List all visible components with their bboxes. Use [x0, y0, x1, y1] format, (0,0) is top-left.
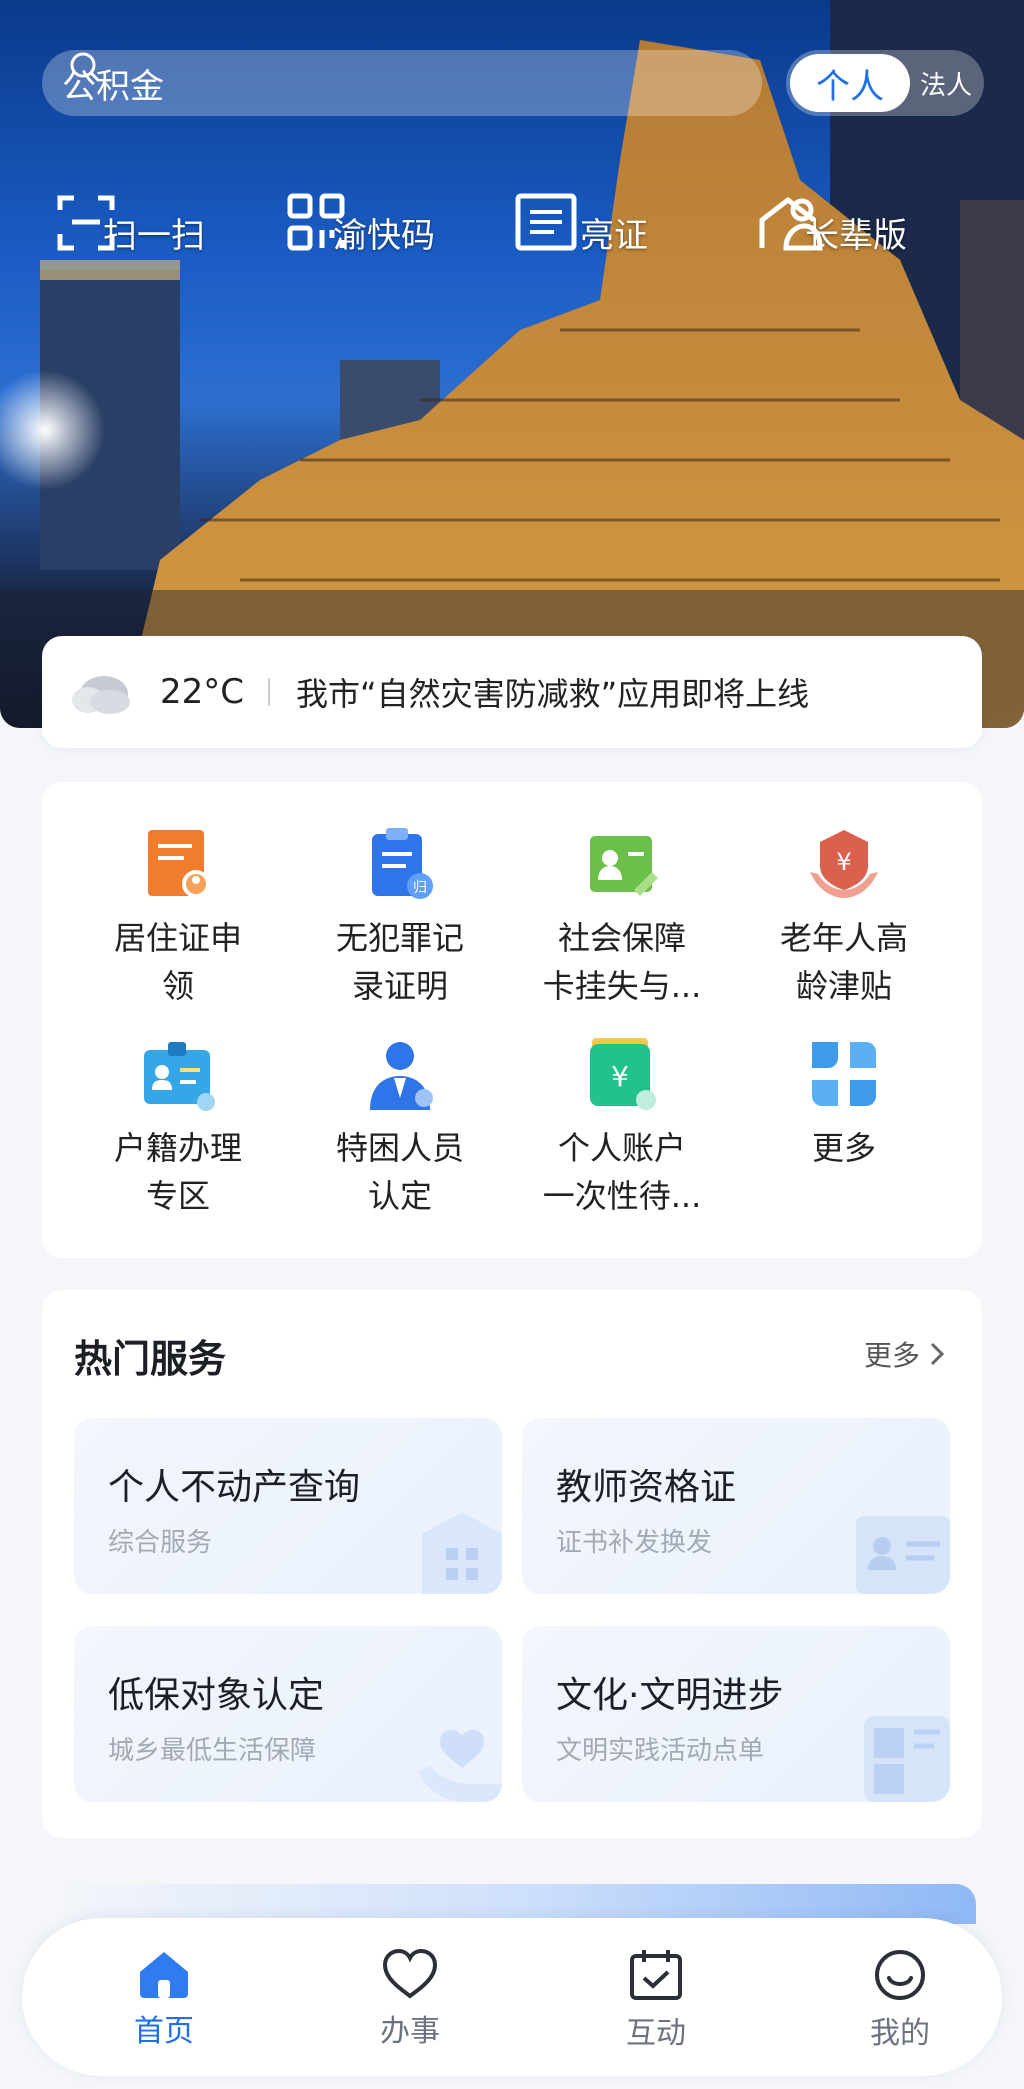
service-social-security-card-label: 社会保障 卡挂失与... — [542, 919, 702, 1005]
id-card-icon — [515, 193, 577, 251]
smile-icon — [875, 1950, 925, 2000]
culture-icon — [864, 1716, 950, 1802]
hot-more-label: 更多 — [863, 1339, 920, 1372]
home-icon — [140, 1952, 188, 1998]
calendar-check-icon — [630, 1950, 682, 2000]
hot-item-property-query[interactable]: 个人不动产查询 综合服务 — [74, 1418, 502, 1594]
no-crime-record-icon: 归 — [372, 828, 433, 899]
service-personal-account[interactable]: ¥ 个人账户 一次性待... — [512, 1034, 732, 1220]
hot-item-title: 文化·文明进步 — [556, 1675, 784, 1716]
service-household-registration-label: 户籍办理 专区 — [113, 1129, 242, 1215]
cloud-icon — [72, 676, 130, 714]
notice-message[interactable]: 我市“自然灾害防减救”应用即将上线 — [296, 669, 809, 715]
service-residence-permit[interactable]: 居住证申领 — [68, 824, 288, 1010]
search-bar[interactable]: 公积金 — [42, 50, 762, 116]
service-elderly-allowance[interactable]: ¥ 老年人高 龄津贴 — [734, 824, 954, 1010]
hot-item-title: 个人不动产查询 — [108, 1467, 361, 1508]
hot-item-culture[interactable]: 文化·文明进步 文明实践活动点单 — [522, 1626, 950, 1802]
tab-mine-label: 我的 — [870, 2016, 930, 2051]
household-registration-icon — [144, 1042, 215, 1111]
residence-permit-icon — [148, 830, 210, 898]
svg-text:¥: ¥ — [611, 1060, 629, 1093]
hot-item-title: 低保对象认定 — [108, 1675, 325, 1716]
temperature: 22°C — [160, 672, 245, 712]
identity-toggle[interactable]: 个人 法人 — [786, 50, 984, 116]
hot-services-section: 热门服务 更多 个人不动产查询 综合服务 教师资格证 证书补发换发 低保对象认定… — [42, 1290, 982, 1838]
service-more[interactable]: 更多 — [734, 1034, 954, 1172]
svg-text:¥: ¥ — [836, 848, 851, 876]
hot-item-subtitle: 城乡最低生活保障 — [108, 1736, 317, 1766]
hot-item-subtitle: 证书补发换发 — [556, 1528, 713, 1558]
qr-code-icon — [287, 193, 345, 251]
section-title: 热门服务 — [74, 1337, 227, 1381]
elderly-allowance-icon: ¥ — [810, 830, 878, 898]
social-security-card-icon — [590, 836, 658, 896]
svg-text:归: 归 — [413, 879, 427, 896]
service-no-crime-record-label: 无犯罪记 录证明 — [335, 919, 464, 1005]
tab-home-label: 首页 — [134, 2014, 194, 2049]
heart-icon — [382, 1948, 438, 1999]
certificate-icon — [856, 1516, 950, 1594]
hot-more-link[interactable]: 更多 — [864, 1334, 946, 1374]
search-icon — [70, 52, 100, 82]
chevron-right-icon — [930, 1342, 945, 1366]
hot-item-subtitle: 文明实践活动点单 — [556, 1736, 765, 1766]
weather-notice-bar[interactable]: 22°C 我市“自然灾害防减救”应用即将上线 — [42, 636, 982, 748]
tab-mine[interactable]: 我的 — [820, 1948, 980, 2052]
service-residence-permit-label: 居住证申领 — [113, 919, 242, 1005]
tab-interact[interactable]: 互动 — [576, 1948, 736, 2052]
tab-home[interactable]: 首页 — [84, 1948, 244, 2050]
quick-elder-mode[interactable]: 长辈版 — [756, 190, 956, 257]
tab-services[interactable]: 办事 — [330, 1948, 490, 2050]
hot-item-subtitle: 综合服务 — [108, 1528, 213, 1558]
poverty-person-icon — [370, 1042, 433, 1110]
divider — [268, 678, 271, 706]
building-icon — [422, 1512, 502, 1594]
service-household-registration[interactable]: 户籍办理 专区 — [68, 1034, 288, 1220]
service-more-label: 更多 — [811, 1129, 876, 1167]
service-poverty-person[interactable]: 特困人员 认定 — [290, 1034, 510, 1220]
more-grid-icon — [812, 1042, 876, 1106]
legal-person-option[interactable]: 法人 — [912, 54, 980, 112]
hot-item-subsistence[interactable]: 低保对象认定 城乡最低生活保障 — [74, 1626, 502, 1802]
personal-option[interactable]: 个人 — [790, 54, 910, 112]
bottom-tab-bar: 首页 办事 互动 我的 — [22, 1918, 1002, 2076]
scan-icon — [57, 195, 115, 251]
service-personal-account-label: 个人账户 一次性待... — [542, 1129, 702, 1215]
service-grid: 居住证申领 归 无犯罪记录证明 社会保障卡挂失与... ¥ 老年人高龄津贴 — [42, 782, 982, 1258]
quick-qrcode[interactable]: 渝快码 — [284, 190, 484, 257]
elder-mode-icon — [759, 197, 823, 251]
service-poverty-person-label: 特困人员 认定 — [335, 1129, 464, 1215]
tab-interact-label: 互动 — [626, 2016, 686, 2051]
quick-scan[interactable]: 扫一扫 — [54, 190, 254, 257]
quick-id-card[interactable]: 亮证 — [514, 190, 714, 257]
service-no-crime-record[interactable]: 归 无犯罪记 录证明 — [290, 824, 510, 1010]
personal-account-icon: ¥ — [590, 1038, 656, 1110]
service-elderly-allowance-label: 老年人高 龄津贴 — [779, 919, 908, 1005]
hot-item-title: 教师资格证 — [556, 1467, 737, 1508]
tab-services-label: 办事 — [380, 2014, 440, 2049]
hot-item-teacher-cert[interactable]: 教师资格证 证书补发换发 — [522, 1418, 950, 1594]
care-hand-icon — [418, 1729, 502, 1802]
hero-banner: 公积金 个人 法人 扫一扫 渝快码 亮证 长辈版 — [0, 0, 1024, 728]
service-social-security-card[interactable]: 社会保障 卡挂失与... — [512, 824, 732, 1010]
